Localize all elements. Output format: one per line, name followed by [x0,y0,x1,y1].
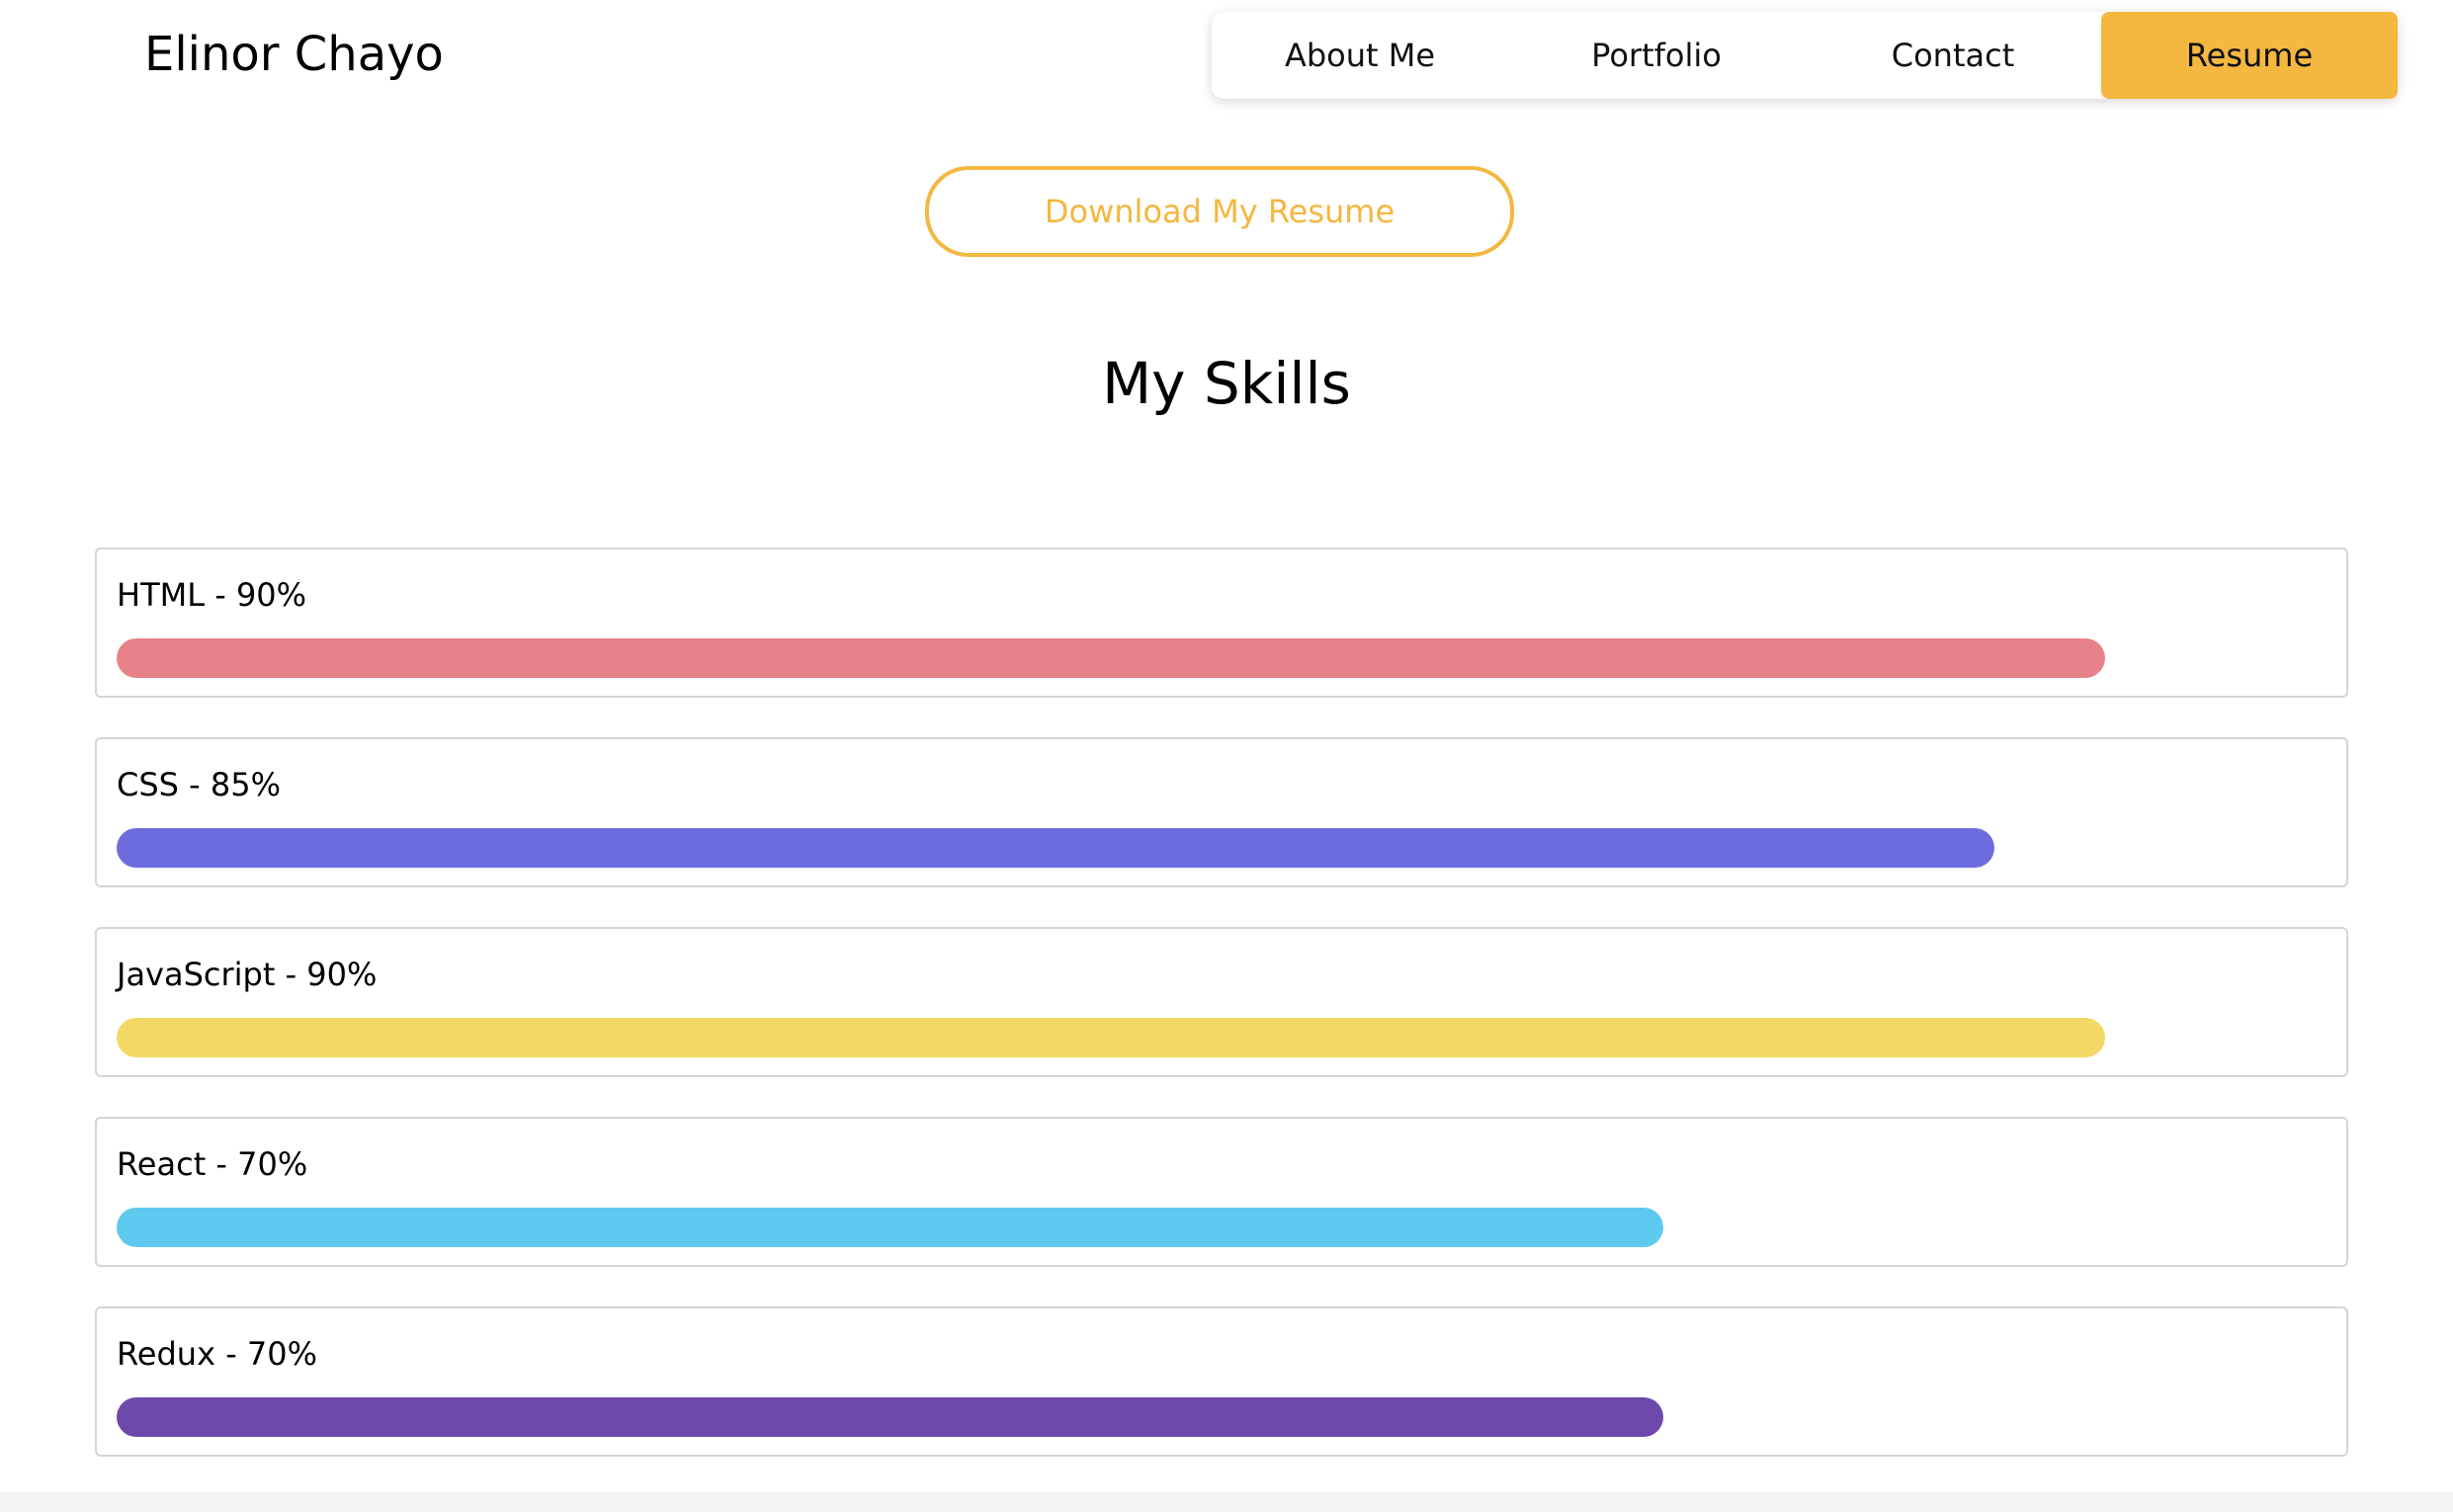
nav-item-contact[interactable]: Contact [1805,12,2101,99]
site-header: Elinor Chayo About Me Portfolio Contact … [0,0,2453,109]
skill-label: HTML - 90% [117,576,307,614]
skill-progress-track [117,1208,2330,1247]
skill-progress-bar [117,638,2105,678]
skill-progress-bar [117,1208,1663,1247]
download-resume-button[interactable]: Download My Resume [925,166,1514,257]
skill-label: CSS - 85% [117,766,281,803]
site-brand[interactable]: Elinor Chayo [144,20,444,89]
nav-item-about-me[interactable]: About Me [1212,12,1508,99]
nav-item-resume[interactable]: Resume [2101,12,2398,99]
skills-title: My Skills [1102,350,1351,417]
skill-card-javascript: JavaScript - 90% [95,927,2348,1077]
nav-item-portfolio[interactable]: Portfolio [1508,12,1805,99]
skill-label: JavaScript - 90% [117,956,378,993]
skill-progress-track [117,1397,2330,1437]
page-bottom-strip [0,1492,2453,1512]
skill-progress-bar [117,1397,1663,1437]
skill-card-redux: Redux - 70% [95,1306,2348,1457]
skill-card-react: React - 70% [95,1117,2348,1267]
skill-label: Redux - 70% [117,1335,318,1373]
skill-card-html: HTML - 90% [95,547,2348,698]
skill-card-css: CSS - 85% [95,737,2348,887]
skills-list: HTML - 90% CSS - 85% JavaScript - 90% Re… [95,547,2348,1496]
skill-progress-track [117,638,2330,678]
skill-progress-track [117,828,2330,868]
skill-progress-bar [117,828,1994,868]
skill-progress-track [117,1018,2330,1057]
main-nav: About Me Portfolio Contact Resume [1212,12,2398,99]
skill-label: React - 70% [117,1145,308,1183]
skill-progress-bar [117,1018,2105,1057]
